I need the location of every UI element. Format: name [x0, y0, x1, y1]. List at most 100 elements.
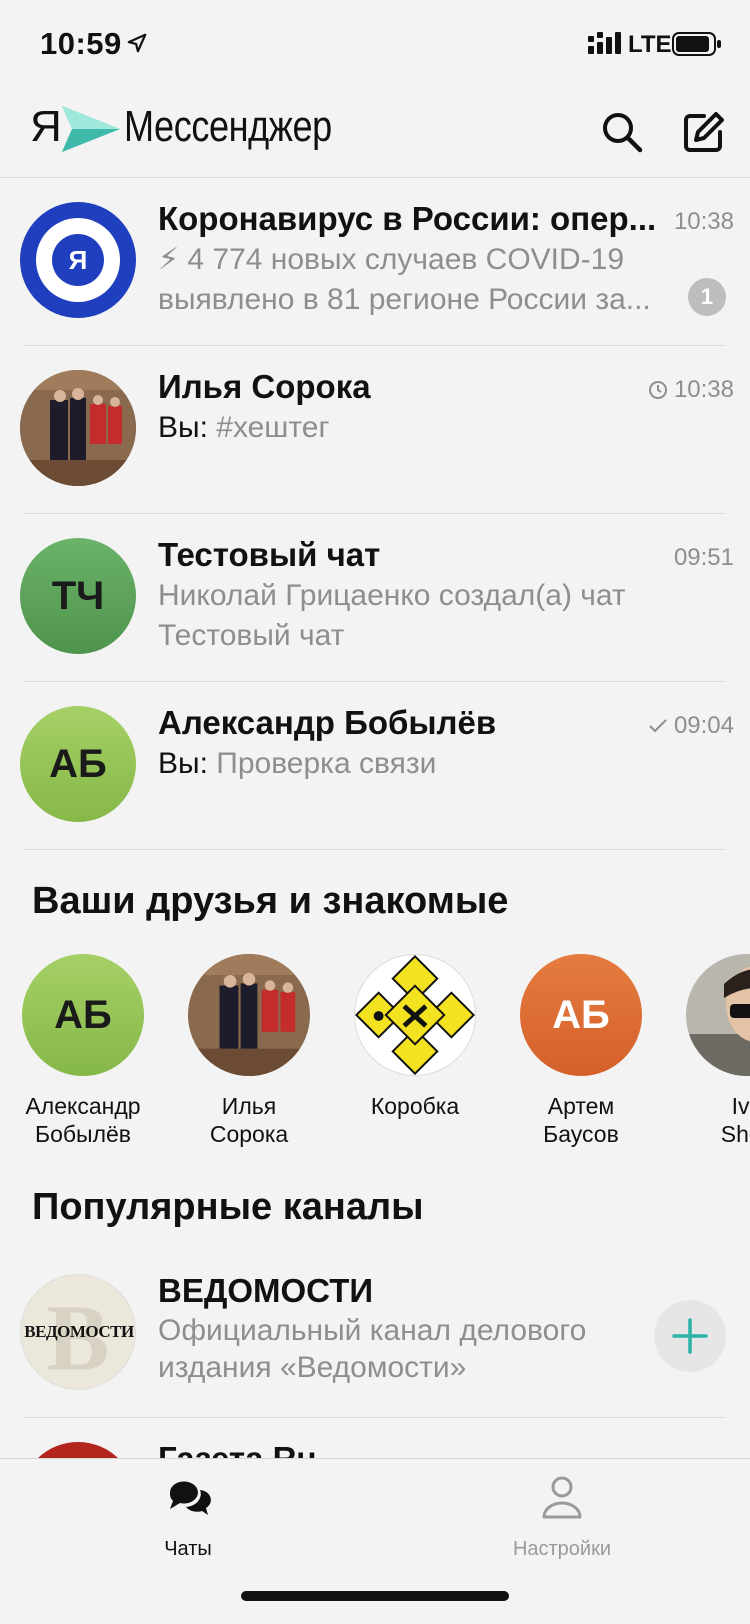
- friend-name-line: Бобылёв: [34, 1121, 132, 1147]
- preview-line: Тестовый чат: [158, 619, 345, 652]
- messenger-plane-logo: [62, 106, 120, 152]
- home-indicator: [241, 1591, 509, 1601]
- channels-section-title: Популярные каналы: [32, 1186, 424, 1228]
- chat-time: 09:04: [648, 712, 734, 740]
- tab-chats[interactable]: Чаты: [88, 1473, 288, 1561]
- friend-item[interactable]: АБ Александр Бобылёв: [8, 954, 158, 1148]
- status-bar: 10:59 LTE: [0, 0, 750, 90]
- chat-title: Тестовый чат: [158, 536, 381, 573]
- app-title: Мессенджер: [124, 102, 332, 151]
- chat-preview: Вы: Проверка связи: [158, 744, 678, 784]
- friend-item[interactable]: Илья Сорока: [174, 954, 324, 1148]
- avatar-initials: АБ: [54, 992, 112, 1037]
- time-text: 10:38: [673, 208, 734, 235]
- clock-pending-icon: [648, 381, 667, 399]
- avatar-letter: Я: [52, 234, 104, 286]
- tab-bar: Чаты Настройки: [0, 1458, 750, 1624]
- preview-line: Вы: Проверка связи: [158, 744, 678, 784]
- avatar: [686, 954, 750, 1076]
- friend-item[interactable]: Iva Shev: [672, 954, 750, 1148]
- avatar: АБ: [22, 954, 144, 1076]
- channel-title: Газета.Ru: [158, 1440, 317, 1458]
- divider: [24, 849, 726, 850]
- preview-line: выявлено в 81 регионе России за...: [158, 283, 651, 316]
- friend-name: Артем Баусов: [506, 1092, 656, 1148]
- subscribe-button[interactable]: [654, 1300, 726, 1372]
- avatar: В ВЕДОМОСТИ: [20, 1274, 136, 1390]
- status-time: 10:59: [40, 26, 122, 61]
- tab-settings[interactable]: Настройки: [462, 1473, 662, 1561]
- chat-preview: Николай Грицаенко создал(а) чат Тестовый…: [158, 576, 678, 656]
- avatar: АБ: [520, 954, 642, 1076]
- you-prefix: Вы:: [158, 747, 208, 780]
- friend-item[interactable]: Коробка: [340, 954, 490, 1120]
- preview-line: Вы: #хештег: [158, 408, 678, 448]
- avatar-initials: ТЧ: [51, 573, 105, 618]
- chat-row-alexander[interactable]: АБ Александр Бобылёв 09:04 Вы: Проверка …: [0, 682, 750, 850]
- avatar: ТЧ: [20, 538, 136, 654]
- friend-name-line: Сорока: [209, 1121, 289, 1147]
- friend-name-line: Iva: [731, 1093, 750, 1119]
- friend-name: Iva Shev: [672, 1092, 750, 1148]
- search-icon[interactable]: [598, 108, 646, 156]
- app-header: Я Мессенджер: [0, 90, 750, 178]
- you-prefix: Вы:: [158, 411, 208, 444]
- channel-description: Официальный канал делового издания «Ведо…: [158, 1312, 618, 1386]
- avatar: АБ: [20, 706, 136, 822]
- friend-name: Александр Бобылёв: [8, 1092, 158, 1148]
- avatar: [20, 370, 136, 486]
- compose-icon[interactable]: [680, 108, 728, 156]
- friend-name-line: Баусов: [543, 1121, 619, 1147]
- friend-name-line: Коробка: [370, 1093, 460, 1119]
- check-sent-icon: [649, 719, 667, 733]
- location-arrow-icon: [127, 33, 147, 53]
- chat-time: 10:38: [674, 208, 734, 236]
- description-line: Официальный канал делового: [158, 1314, 587, 1347]
- preview-line: Николай Грицаенко создал(а) чат: [158, 579, 626, 612]
- channel-row-gazeta[interactable]: Газета.Ru: [0, 1418, 750, 1458]
- chat-row-coronavirus[interactable]: Я Коронавирус в России: опер... 10:38 ⚡ …: [0, 178, 750, 346]
- friend-name: Илья Сорока: [174, 1092, 324, 1148]
- logo-ya: Я: [30, 102, 62, 151]
- battery-icon: [672, 32, 721, 56]
- avatar: Я: [20, 202, 136, 318]
- chat-preview: ⚡ 4 774 новых случаев COVID-19 выявлено …: [158, 240, 678, 320]
- tab-label: Настройки: [512, 1538, 612, 1560]
- time-text: 09:04: [673, 712, 734, 739]
- chat-title: Александр Бобылёв: [158, 704, 497, 741]
- friends-carousel[interactable]: АБ Александр Бобылёв Илья Сорока Коробка…: [0, 954, 750, 1154]
- friend-name-line: Александр: [25, 1093, 141, 1119]
- channel-title: ВЕДОМОСТИ: [158, 1272, 374, 1309]
- photo-avatar-icon: [188, 954, 310, 1076]
- friend-item[interactable]: АБ Артем Баусов: [506, 954, 656, 1148]
- chat-title: Коронавирус в России: опер...: [158, 200, 657, 237]
- preview-text: Проверка связи: [216, 747, 437, 780]
- description-line: издания «Ведомости»: [158, 1351, 467, 1384]
- friends-section-title: Ваши друзья и знакомые: [32, 880, 509, 922]
- friend-name: Коробка: [340, 1092, 490, 1120]
- avatar-initials: АБ: [552, 992, 610, 1037]
- chat-bubbles-icon: [169, 1481, 211, 1515]
- chat-preview: Вы: #хештег: [158, 408, 678, 448]
- time-text: 09:51: [673, 544, 734, 571]
- chat-time: 09:51: [674, 544, 734, 572]
- chat-row-ilya[interactable]: Илья Сорока 10:38 Вы: #хештег: [0, 346, 750, 514]
- chat-title: Илья Сорока: [158, 368, 371, 405]
- profile-icon: [542, 1476, 582, 1519]
- signal-icon: [588, 32, 621, 54]
- avatar: [20, 1442, 136, 1458]
- network-label: LTE: [628, 31, 672, 58]
- channel-row-vedomosti[interactable]: В ВЕДОМОСТИ ВЕДОМОСТИ Официальный канал …: [0, 1250, 750, 1418]
- korobka-logo-icon: [355, 955, 475, 1075]
- friend-name-line: Илья: [221, 1093, 277, 1119]
- friend-name-line: Shev: [720, 1121, 750, 1147]
- avatar: [354, 954, 476, 1076]
- tab-label: Чаты: [164, 1538, 212, 1560]
- time-text: 10:38: [673, 376, 734, 403]
- photo-avatar-icon: [20, 370, 136, 486]
- unread-badge: 1: [688, 278, 726, 316]
- avatar: [188, 954, 310, 1076]
- chat-row-test[interactable]: ТЧ Тестовый чат 09:51 Николай Грицаенко …: [0, 514, 750, 682]
- friend-name-line: Артем: [547, 1093, 615, 1119]
- plus-icon: [672, 1318, 708, 1354]
